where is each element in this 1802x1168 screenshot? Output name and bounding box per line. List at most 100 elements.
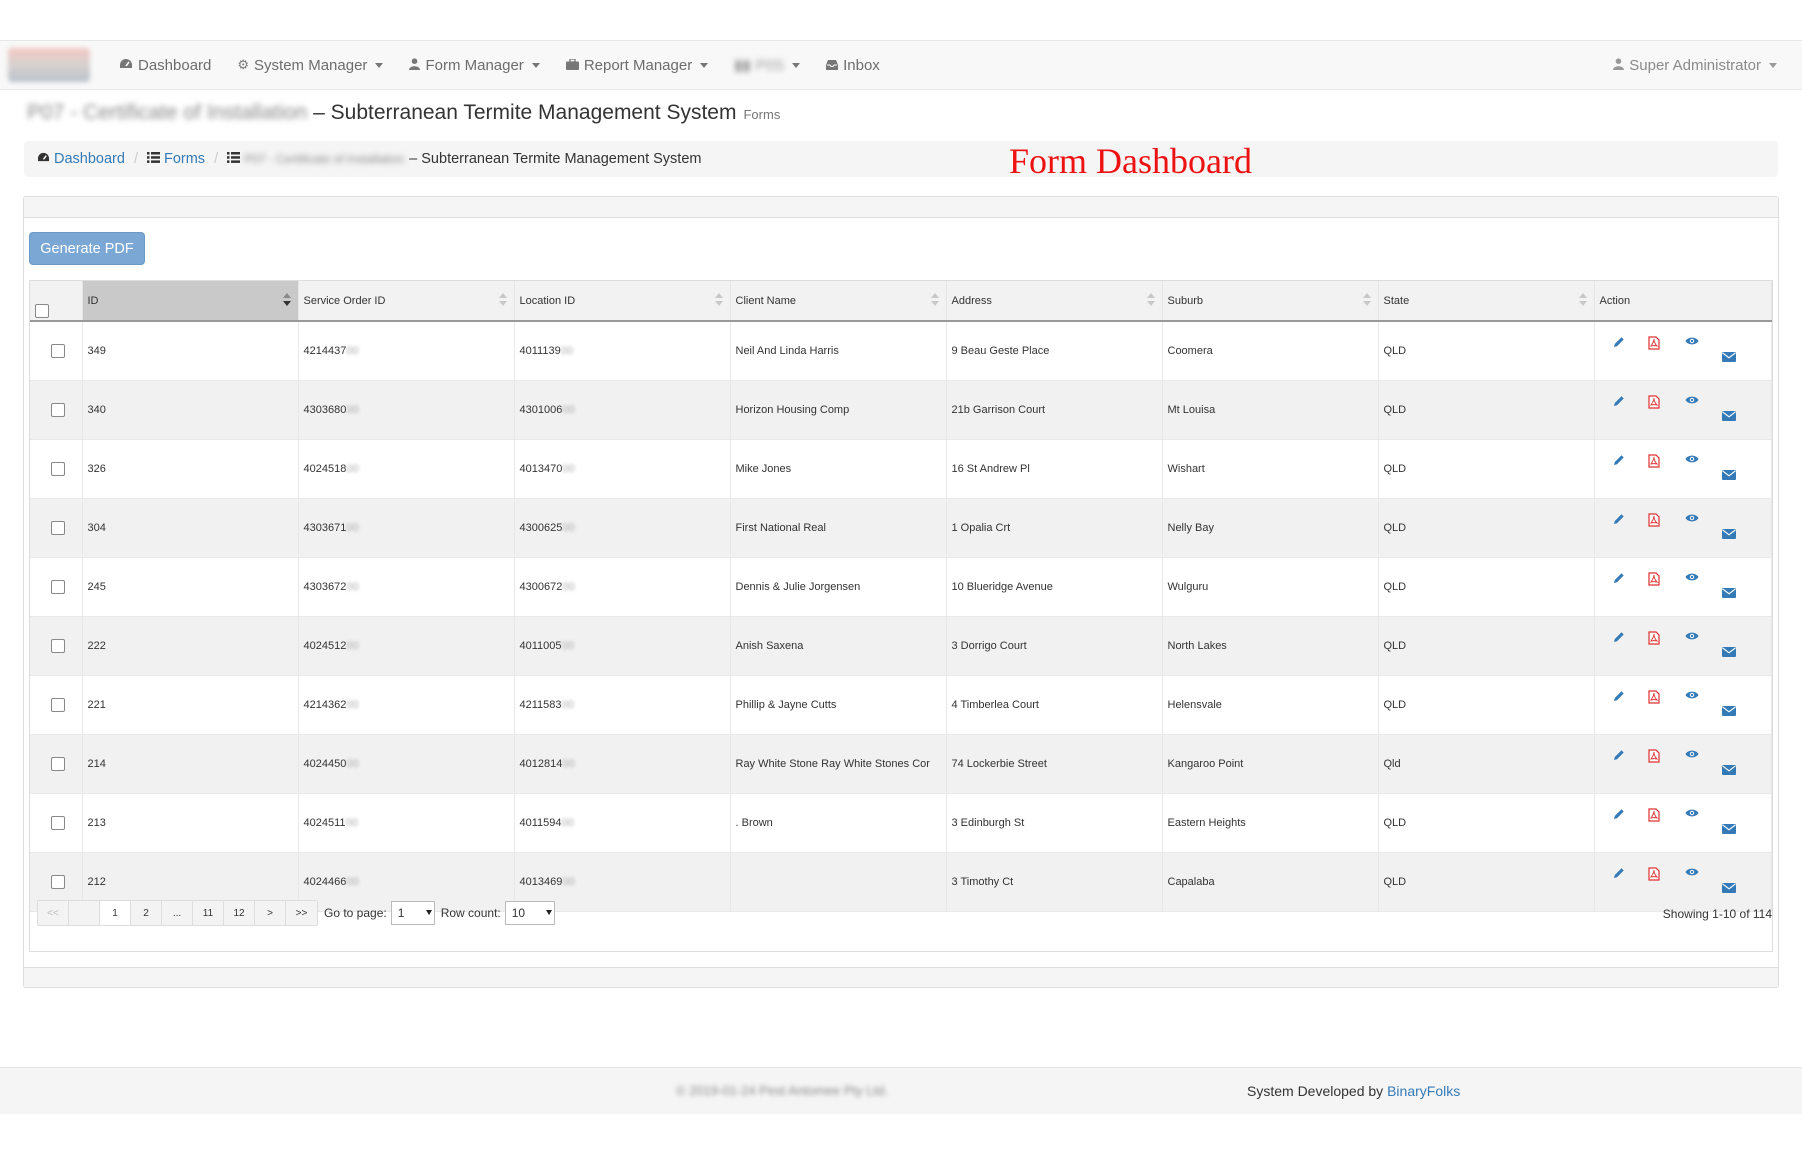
cell-address: 9 Beau Geste Place — [946, 321, 1163, 381]
goto-page-select[interactable]: 1 — [390, 901, 435, 925]
table-row[interactable]: 349 421443700 401113900 Neil And Linda Harr… — [30, 321, 1772, 381]
row-count-select[interactable]: 10 — [504, 901, 555, 925]
page-button-1[interactable]: 1 — [100, 901, 131, 925]
eye-icon[interactable] — [1685, 690, 1699, 703]
column-header-service-order-id[interactable]: Service Order ID — [298, 281, 515, 322]
pdf-icon[interactable] — [1647, 690, 1660, 707]
column-header-suburb[interactable]: Suburb — [1162, 281, 1379, 322]
column-header-address[interactable]: Address — [946, 281, 1163, 322]
envelope-icon[interactable] — [1721, 529, 1736, 542]
envelope-icon[interactable] — [1721, 824, 1736, 837]
pdf-icon[interactable] — [1647, 749, 1660, 766]
row-checkbox[interactable] — [51, 639, 66, 653]
service-order-id-value: 4303672 — [303, 581, 347, 593]
envelope-icon[interactable] — [1721, 706, 1736, 719]
location-id-value: 4011139 — [519, 345, 561, 357]
location-id-masked: 00 — [562, 463, 575, 475]
table-row[interactable]: 245 430367200 430067200 Dennis & Julie Jorg… — [30, 557, 1772, 617]
eye-icon[interactable] — [1685, 513, 1699, 526]
eye-icon[interactable] — [1685, 867, 1699, 880]
eye-icon[interactable] — [1685, 395, 1699, 408]
row-checkbox[interactable] — [51, 403, 66, 417]
edit-icon[interactable] — [1613, 808, 1625, 823]
pdf-icon[interactable] — [1647, 867, 1660, 884]
row-checkbox[interactable] — [51, 521, 66, 535]
envelope-icon[interactable] — [1721, 352, 1736, 365]
page-next-button[interactable]: > — [255, 901, 286, 925]
pdf-icon[interactable] — [1647, 395, 1660, 412]
nav-form-manager[interactable]: Form Manager — [396, 40, 552, 90]
envelope-icon[interactable] — [1721, 470, 1736, 483]
user-menu[interactable]: Super Administrator — [1600, 40, 1790, 90]
table-row[interactable]: 326 402451800 401347000 Mike Jones 16 St And… — [30, 439, 1772, 499]
eye-icon[interactable] — [1685, 808, 1699, 821]
generate-pdf-button[interactable]: Generate PDF — [29, 232, 145, 265]
envelope-icon[interactable] — [1721, 411, 1736, 424]
pdf-icon[interactable] — [1647, 808, 1660, 825]
pdf-icon[interactable] — [1647, 454, 1660, 471]
row-checkbox[interactable] — [51, 580, 66, 594]
row-checkbox[interactable] — [51, 462, 66, 476]
pdf-icon[interactable] — [1647, 572, 1660, 589]
row-checkbox[interactable] — [51, 816, 66, 830]
cell-id: 349 — [82, 321, 299, 381]
column-header-location-id[interactable]: Location ID — [514, 281, 731, 322]
page-first-button[interactable]: << — [38, 901, 69, 925]
envelope-icon[interactable] — [1721, 588, 1736, 601]
breadcrumb-dashboard[interactable]: Dashboard — [37, 151, 125, 167]
row-checkbox[interactable] — [51, 875, 66, 889]
row-checkbox[interactable] — [51, 344, 66, 358]
page-button-12[interactable]: 12 — [224, 901, 255, 925]
table-row[interactable]: 213 402451100 401159400. Brown 3 Edinburgh … — [30, 793, 1772, 853]
location-id-masked: 00 — [561, 640, 574, 652]
edit-icon[interactable] — [1613, 513, 1625, 528]
edit-icon[interactable] — [1613, 454, 1625, 469]
table-row[interactable]: 222 402451200 401100500 Anish Saxena 3 Dorri… — [30, 616, 1772, 676]
page-prev-button[interactable] — [69, 901, 100, 925]
eye-icon[interactable] — [1685, 336, 1699, 349]
cell-service-order-id: 402445000 — [298, 734, 515, 794]
table-row[interactable]: 221 421436200 421158300 Phillip & Jayne Cut… — [30, 675, 1772, 735]
nav-system-manager[interactable]: ⚙ System Manager — [224, 40, 396, 90]
eye-icon[interactable] — [1685, 631, 1699, 644]
envelope-icon[interactable] — [1721, 883, 1736, 896]
edit-icon[interactable] — [1613, 749, 1625, 764]
table-row[interactable]: 214 402445000 401281400 Ray White Stone Ray… — [30, 734, 1772, 794]
page-button-11[interactable]: 11 — [193, 901, 224, 925]
pdf-icon[interactable] — [1647, 513, 1660, 530]
developer-link[interactable]: BinaryFolks — [1387, 1083, 1460, 1099]
nav-inbox[interactable]: Inbox — [813, 40, 893, 90]
location-id-masked: 00 — [562, 876, 575, 888]
row-checkbox[interactable] — [51, 757, 66, 771]
edit-icon[interactable] — [1613, 867, 1625, 882]
page-button-2[interactable]: 2 — [131, 901, 162, 925]
eye-icon[interactable] — [1685, 749, 1699, 762]
column-header-id[interactable]: ID — [82, 281, 299, 322]
cell-state: QLD — [1378, 321, 1595, 381]
eye-icon[interactable] — [1685, 454, 1699, 467]
envelope-icon[interactable] — [1721, 647, 1736, 660]
page-last-button[interactable]: >> — [286, 901, 317, 925]
pdf-icon[interactable] — [1647, 336, 1660, 353]
edit-icon[interactable] — [1613, 395, 1625, 410]
table-row[interactable]: 304 430367100 430062500 First National Real… — [30, 498, 1772, 558]
column-header-state[interactable]: State — [1378, 281, 1595, 322]
company-logo[interactable] — [8, 48, 90, 82]
edit-icon[interactable] — [1613, 336, 1625, 351]
table-row[interactable]: 340 430368000 430100600 Horizon Housing Com… — [30, 380, 1772, 440]
eye-icon[interactable] — [1685, 572, 1699, 585]
page-buttons: << 1 2 ... 11 12 > >> — [37, 900, 318, 926]
column-header-client-name[interactable]: Client Name — [730, 281, 947, 322]
edit-icon[interactable] — [1613, 690, 1625, 705]
service-order-id-masked: 00 — [346, 463, 359, 475]
breadcrumb-forms[interactable]: Forms — [146, 151, 205, 167]
nav-dashboard[interactable]: Dashboard — [106, 40, 224, 90]
row-checkbox[interactable] — [51, 698, 66, 712]
envelope-icon[interactable] — [1721, 765, 1736, 778]
edit-icon[interactable] — [1613, 572, 1625, 587]
pdf-icon[interactable] — [1647, 631, 1660, 648]
select-all-checkbox[interactable] — [35, 304, 49, 318]
nav-report-manager[interactable]: Report Manager — [553, 40, 721, 90]
nav-blurred-menu[interactable]: ▮▮ P0S — [721, 40, 813, 90]
edit-icon[interactable] — [1613, 631, 1625, 646]
